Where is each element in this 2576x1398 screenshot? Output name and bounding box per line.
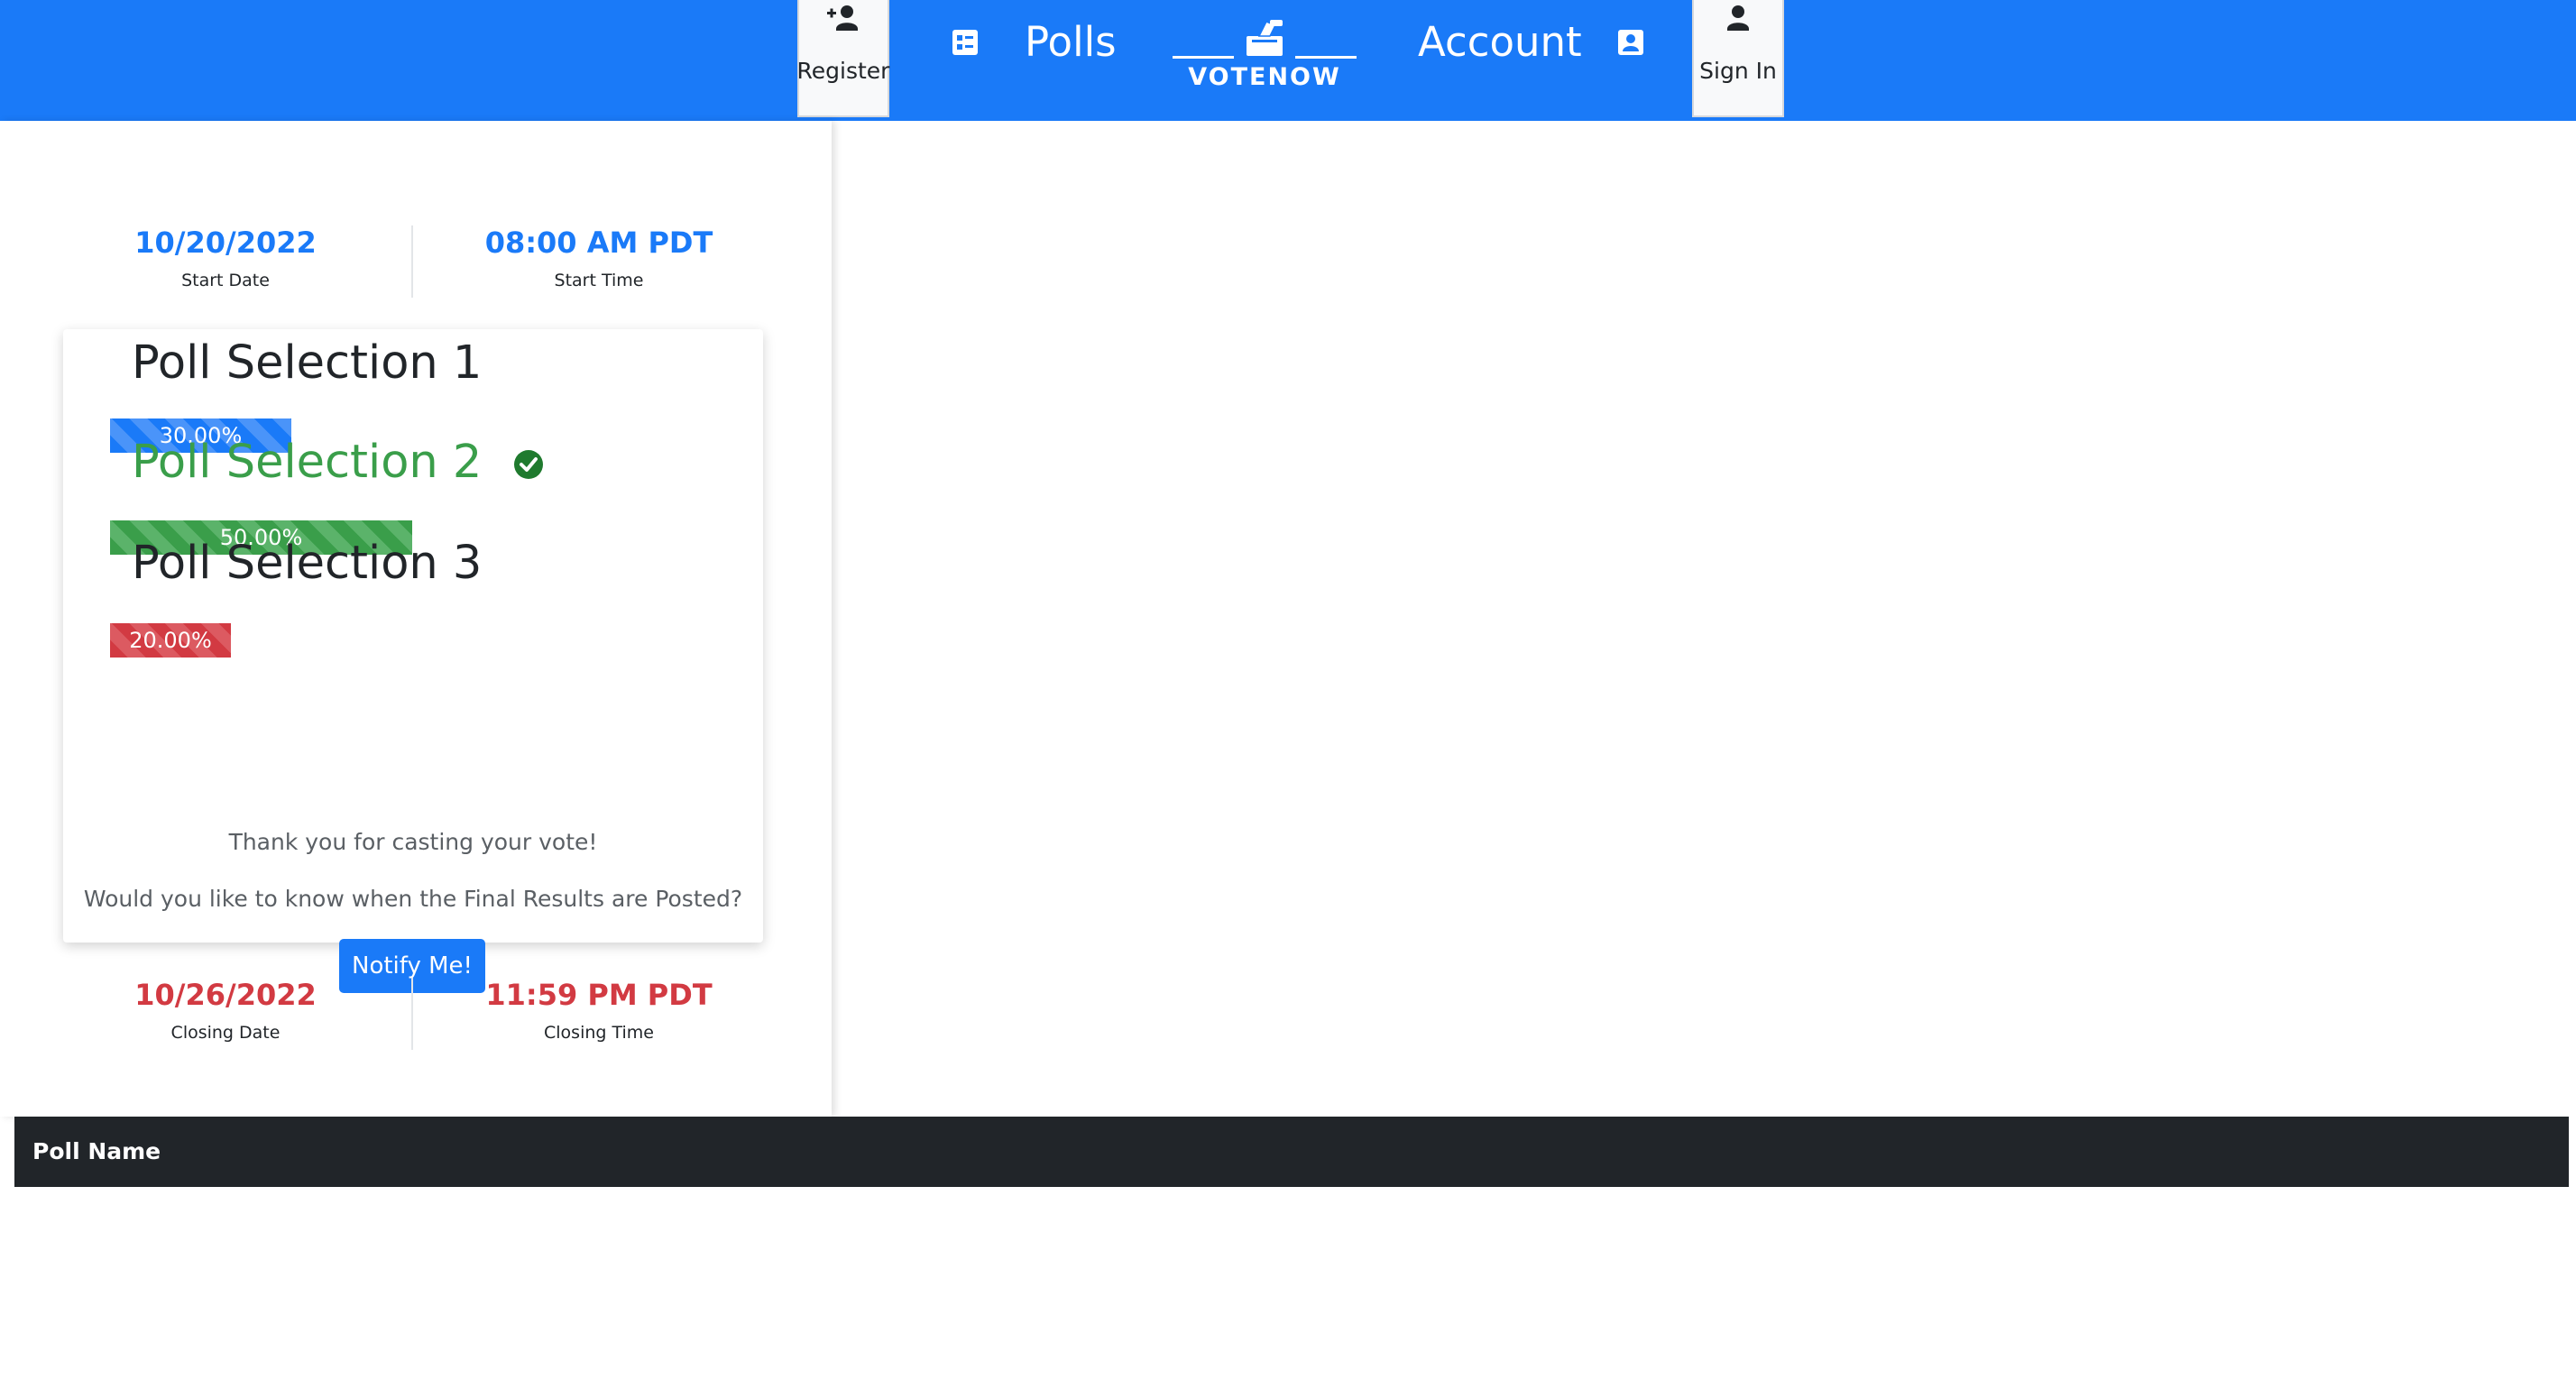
account-icon[interactable] [1616,28,1645,57]
column-header-poll-name[interactable]: Poll Name [32,1138,161,1164]
top-navbar: Register Polls VOTENOW Account Sign In [0,0,2576,121]
poll-panel: 10/20/2022 Start Date 08:00 AM PDT Start… [0,121,832,1117]
add-user-icon [827,5,858,31]
register-button[interactable]: Register [797,0,889,117]
start-time-label: Start Time [554,271,644,290]
closing-time-label: Closing Time [544,1023,654,1043]
start-date-block: 10/20/2022 Start Date [36,225,415,290]
votenow-logo[interactable]: VOTENOW [1173,16,1357,94]
start-time-block: 08:00 AM PDT Start Time [409,225,788,290]
register-label: Register [796,58,890,84]
poll-option-3-percent: 20.00% [129,628,212,653]
ballot-box-icon [1247,20,1283,56]
logo-line-right [1295,56,1357,59]
closing-date-value: 10/26/2022 [134,978,317,1012]
check-circle-icon [513,450,543,479]
poll-option-3-title: Poll Selection 3 [132,537,483,590]
start-time-value: 08:00 AM PDT [484,225,713,260]
polls-nav-link[interactable]: Polls [1025,18,1117,66]
sign-in-button[interactable]: Sign In [1692,0,1784,117]
closing-date-block: 10/26/2022 Closing Date [36,978,415,1043]
start-date-label: Start Date [181,271,270,290]
poll-results-card: Poll Selection 1 30.00% Poll Selection 2… [63,329,763,993]
user-icon [1727,5,1749,31]
polls-table-header: Poll Name [14,1117,2569,1187]
closing-time-value: 11:59 PM PDT [485,978,713,1012]
notify-prompt-text: Would you like to know when the Final Re… [83,886,743,912]
closing-date-label: Closing Date [170,1023,281,1043]
account-nav-link[interactable]: Account [1418,18,1582,66]
closing-time-block: 11:59 PM PDT Closing Time [409,978,788,1043]
poll-option-1-title: Poll Selection 1 [132,336,483,390]
poll-option-2-title: Poll Selection 2 [132,436,544,489]
logo-line-left [1173,56,1234,59]
start-date-value: 10/20/2022 [134,225,317,260]
logo-text: VOTENOW [1188,63,1341,91]
thank-you-text: Thank you for casting your vote! [228,829,598,855]
poll-option-2-label: Poll Selection 2 [132,436,483,489]
polls-icon[interactable] [951,28,980,57]
sign-in-label: Sign In [1699,58,1777,84]
poll-option-3-progress: 20.00% [110,623,231,658]
